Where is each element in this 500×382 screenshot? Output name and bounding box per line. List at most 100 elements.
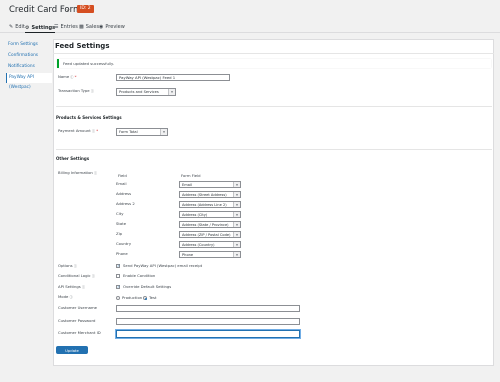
billing-field-label: City [116, 211, 124, 216]
chevron-down-icon: ▾ [233, 222, 240, 227]
email-receipt-checkbox[interactable] [116, 263, 120, 268]
select-value: Email [182, 183, 192, 187]
customer-password-label: Customer Password [58, 318, 96, 323]
customer-username-input[interactable] [116, 305, 300, 312]
billing-map-select[interactable]: Address (ZIP / Postal Code) ▾ [179, 231, 241, 238]
mode-production-text: Production [122, 295, 143, 300]
label-text: Transaction Type [58, 88, 90, 93]
label-text: Payment Amount [58, 128, 91, 133]
chevron-down-icon: ▾ [233, 242, 240, 247]
select-value: Address (Address Line 2) [182, 203, 227, 207]
success-notice: Feed updated successfully. [57, 59, 491, 68]
billing-map-select[interactable]: Email ▾ [179, 181, 241, 188]
billing-field-label: Email [116, 181, 127, 186]
help-icon[interactable]: ⓘ [70, 295, 73, 299]
chevron-down-icon: ▾ [168, 89, 175, 95]
nav-item-confirmations[interactable]: Confirmations [6, 51, 52, 61]
chevron-down-icon: ▾ [233, 202, 240, 207]
email-receipt-text: Send PayWay API (Westpac) email receipt [123, 263, 203, 268]
chevron-down-icon: ▾ [233, 232, 240, 237]
chevron-down-icon: ▾ [233, 182, 240, 187]
mode-label: Mode ⓘ [58, 294, 73, 300]
customer-merchant-id-input[interactable] [116, 330, 300, 338]
override-settings-checkbox[interactable] [116, 284, 120, 289]
tab-edit[interactable]: ✎ Edit [9, 23, 25, 31]
billing-field-label: Zip [116, 231, 123, 236]
select-value: Products and Services [119, 90, 159, 94]
transaction-type-label: Transaction Type ⓘ [58, 88, 94, 94]
options-label: Options ⓘ [58, 263, 77, 269]
required-marker: * [74, 74, 77, 79]
eye-icon: ◉ [99, 24, 104, 30]
pencil-icon: ✎ [9, 24, 14, 30]
select-value: Address (Country) [182, 243, 215, 247]
help-icon[interactable]: ⓘ [82, 285, 85, 289]
transaction-type-select[interactable]: Products and Services ▾ [116, 88, 176, 96]
required-marker: * [96, 128, 99, 133]
mode-test-radio[interactable] [143, 296, 147, 300]
help-icon[interactable]: ⓘ [74, 264, 77, 268]
tab-entries[interactable]: ☰ Entries [54, 23, 78, 31]
chevron-down-icon: ▾ [233, 252, 240, 257]
customer-merchant-id-label: Customer Merchant ID [58, 330, 101, 335]
help-icon[interactable]: ⓘ [92, 274, 95, 278]
mode-test-text: Test [149, 295, 157, 300]
billing-field-label: Address [116, 191, 132, 196]
name-label: Name ⓘ * [58, 74, 77, 80]
tab-settings[interactable]: ⚙ Settings [25, 23, 56, 33]
customer-password-input[interactable] [116, 318, 300, 325]
chevron-down-icon: ▾ [160, 129, 167, 135]
chevron-down-icon: ▾ [233, 192, 240, 197]
billing-field-label: Country [116, 241, 132, 246]
update-settings-button[interactable]: Update Settings [56, 346, 88, 361]
tab-label: Entries [60, 24, 78, 30]
nav-item-payway[interactable]: PayWay API (Westpac) [6, 73, 52, 90]
help-icon[interactable]: ⓘ [70, 75, 73, 79]
divider [53, 53, 494, 54]
gear-icon: ⚙ [25, 24, 30, 31]
list-icon: ☰ [54, 24, 59, 30]
billing-map-select[interactable]: Address (State / Province) ▾ [179, 221, 241, 228]
help-icon[interactable]: ⓘ [92, 129, 95, 133]
billing-map-select[interactable]: Address (City) ▾ [179, 211, 241, 218]
divider [56, 106, 492, 107]
name-input[interactable]: PayWay API (Westpac) Feed 1 [116, 74, 230, 81]
label-text: Conditional Logic [58, 273, 91, 278]
form-toolbar: ✎ Edit ⚙ Settings ☰ Entries ▩ Sales ◉ Preview [0, 20, 500, 33]
help-icon[interactable]: ⓘ [94, 171, 97, 175]
billing-col-field: Field [118, 173, 127, 178]
other-section-title: Other Settings [56, 156, 90, 161]
select-value: Phone [182, 253, 194, 257]
tab-preview[interactable]: ◉ Preview [99, 23, 125, 31]
payment-amount-label: Payment Amount ⓘ * [58, 128, 98, 134]
select-value: Address (City) [182, 213, 208, 217]
tab-label: Settings [31, 24, 56, 31]
enable-condition-text: Enable Condition [123, 273, 156, 278]
billing-map-select[interactable]: Phone ▾ [179, 251, 241, 258]
form-switcher-chevron-icon[interactable]: ⌄ [64, 5, 72, 13]
enable-condition-checkbox[interactable] [116, 274, 120, 278]
billing-map-select[interactable]: Address (Country) ▾ [179, 241, 241, 248]
billing-map-select[interactable]: Address (Address Line 2) ▾ [179, 201, 241, 208]
label-text: Billing Information [58, 170, 93, 175]
mode-production-radio[interactable] [116, 296, 120, 300]
chevron-down-icon: ▾ [233, 212, 240, 217]
form-id-badge: ID: 2 [77, 5, 94, 13]
tab-sales[interactable]: ▩ Sales [79, 23, 99, 31]
label-text: API Settings [58, 284, 81, 289]
conditional-logic-label: Conditional Logic ⓘ [58, 273, 95, 279]
billing-field-label: Phone [116, 251, 128, 256]
panel-title: Feed Settings [55, 42, 110, 50]
select-value: Address (State / Province) [182, 223, 229, 227]
tab-label: Sales [85, 24, 100, 30]
label-text: Mode [58, 294, 69, 299]
tab-label: Preview [105, 24, 125, 30]
api-settings-label: API Settings ⓘ [58, 284, 85, 290]
nav-item-form-settings[interactable]: Form Settings [6, 40, 52, 50]
chart-icon: ▩ [79, 24, 84, 30]
select-value: Form Total [119, 130, 138, 134]
nav-item-notifications[interactable]: Notifications [6, 62, 52, 72]
billing-map-select[interactable]: Address (Street Address) ▾ [179, 191, 241, 198]
help-icon[interactable]: ⓘ [91, 89, 94, 93]
payment-amount-select[interactable]: Form Total ▾ [116, 128, 168, 136]
